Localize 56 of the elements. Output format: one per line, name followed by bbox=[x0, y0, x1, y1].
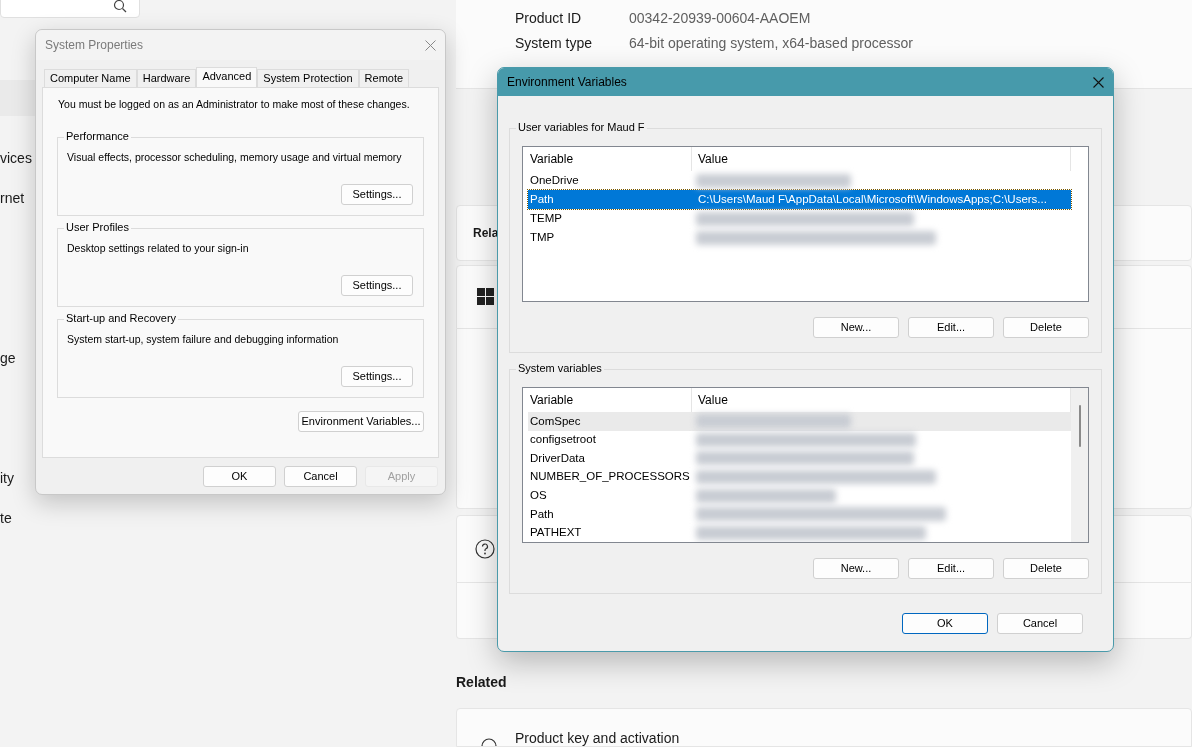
spec-value: 00342-20939-00604-AAOEM bbox=[629, 9, 811, 28]
dialog-button[interactable]: Delete bbox=[1003, 558, 1089, 579]
help-icon bbox=[475, 538, 495, 559]
dialog-button[interactable]: Edit... bbox=[908, 317, 994, 338]
dialog-button[interactable]: Environment Variables... bbox=[298, 410, 424, 432]
admin-notice: You must be logged on as an Administrator to make most of these changes. bbox=[58, 97, 411, 112]
tab[interactable]: System Protection bbox=[257, 69, 359, 87]
dialog-button[interactable]: OK bbox=[902, 613, 988, 634]
column-header[interactable]: Variable bbox=[523, 147, 692, 171]
windows-logo-icon bbox=[477, 288, 494, 306]
search-icon bbox=[113, 0, 127, 13]
variable-row[interactable]: TEMP bbox=[528, 209, 1071, 228]
dialog-button[interactable]: Edit... bbox=[908, 558, 994, 579]
close-icon[interactable] bbox=[425, 39, 436, 51]
scroll-thumb[interactable] bbox=[1078, 405, 1081, 447]
group-title: User variables for Maud F bbox=[516, 120, 647, 134]
tab[interactable]: Advanced bbox=[196, 67, 258, 87]
group-description: Visual effects, processor scheduling, memory usage and virtual memory bbox=[67, 149, 403, 165]
close-icon[interactable] bbox=[1093, 76, 1104, 88]
window-title: System Properties bbox=[45, 37, 144, 54]
variable-row[interactable]: OneDrive bbox=[528, 171, 1071, 190]
dialog-button[interactable]: OK bbox=[203, 466, 276, 487]
group-description: Desktop settings related to your sign-in bbox=[67, 240, 250, 256]
dialog-button[interactable]: Settings... bbox=[341, 274, 413, 296]
dialog-button[interactable]: Cancel bbox=[997, 613, 1083, 634]
card-title: Rela bbox=[473, 224, 499, 242]
dialog-button[interactable]: Delete bbox=[1003, 317, 1089, 338]
scrollbar[interactable] bbox=[1071, 388, 1088, 542]
related-link[interactable]: Product key and activation bbox=[456, 708, 1192, 747]
variable-row[interactable]: configsetroot bbox=[528, 430, 1071, 450]
sidebar-item[interactable]: te bbox=[0, 500, 140, 536]
dialog-button[interactable]: New... bbox=[813, 317, 899, 338]
spec-label: System type bbox=[515, 34, 594, 53]
column-header[interactable]: Variable bbox=[523, 388, 692, 412]
group-title: System variables bbox=[516, 361, 604, 375]
variable-row[interactable]: Path C:\Users\Maud F\AppData\Local\Microsoft\WindowsApps;C:\Users... bbox=[528, 190, 1071, 209]
spec-label: Product ID bbox=[515, 9, 583, 28]
variable-row[interactable]: ComSpec bbox=[528, 412, 1071, 431]
tab[interactable]: Hardware bbox=[136, 69, 197, 87]
dialog-button[interactable]: Cancel bbox=[284, 466, 357, 487]
dialog-button[interactable]: Settings... bbox=[341, 365, 413, 387]
tab[interactable]: Remote bbox=[358, 69, 410, 87]
variable-row[interactable]: DriverData bbox=[528, 449, 1071, 468]
variable-row[interactable]: PATHEXT bbox=[528, 523, 1071, 542]
section-title: Related bbox=[456, 673, 507, 693]
variable-row[interactable]: Path bbox=[528, 504, 1071, 524]
variable-row[interactable]: OS bbox=[528, 486, 1071, 505]
variable-row[interactable]: TMP bbox=[528, 228, 1071, 247]
group-description: System start-up, system failure and debugging information bbox=[67, 331, 340, 347]
variable-row[interactable]: NUMBER_OF_PROCESSORS bbox=[528, 467, 1071, 487]
window-title: Environment Variables bbox=[507, 74, 627, 91]
tab[interactable]: Computer Name bbox=[44, 69, 137, 87]
dialog-button[interactable]: New... bbox=[813, 558, 899, 579]
spec-value: 64-bit operating system, x64-based processor bbox=[629, 34, 914, 53]
column-header[interactable]: Value bbox=[692, 147, 1071, 171]
dialog-button[interactable]: Settings... bbox=[341, 183, 413, 205]
